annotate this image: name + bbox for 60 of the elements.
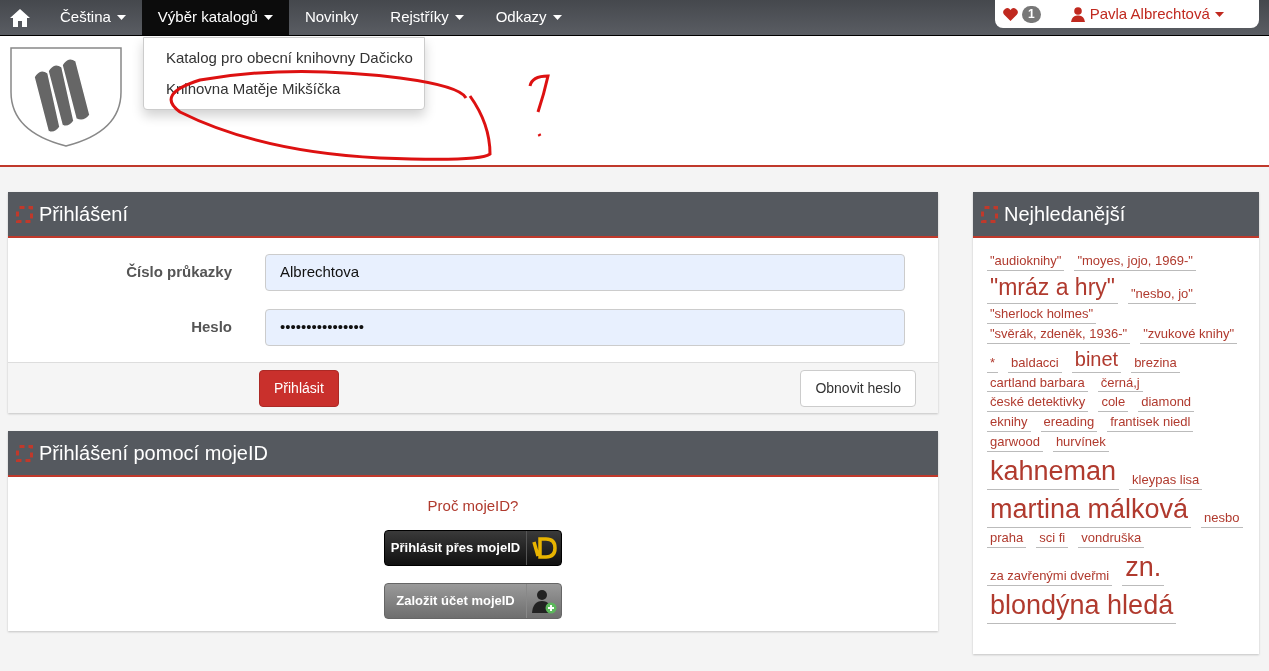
tag-link[interactable]: ereading <box>1040 414 1098 433</box>
tag-link[interactable]: kahneman <box>987 454 1120 491</box>
input-field[interactable]: Albrechtova <box>265 254 905 291</box>
tag-link[interactable]: hurvínek <box>1052 434 1109 453</box>
tag-link[interactable]: martina málková <box>987 492 1192 529</box>
tag-link[interactable]: diamond <box>1138 394 1195 413</box>
panel-title: Přihlášení pomocí mojeID <box>39 441 268 466</box>
heart-icon[interactable] <box>1003 7 1018 21</box>
frame-icon <box>16 444 33 462</box>
tag-link[interactable]: frantisek niedl <box>1107 414 1194 433</box>
nav-item[interactable]: Rejstříky <box>374 0 480 35</box>
tag-link[interactable]: baldacci <box>1008 354 1062 373</box>
field-label: Heslo <box>190 317 232 338</box>
tag-link[interactable]: praha <box>987 530 1027 549</box>
tag-link[interactable]: binet <box>1071 345 1122 373</box>
input-field[interactable]: •••••••••••••••• <box>265 309 905 346</box>
tag-link[interactable]: za zavřenými dveřmi <box>987 568 1113 587</box>
tag-link[interactable]: brezina <box>1131 354 1180 373</box>
nav-item[interactable]: Odkazy <box>479 0 578 35</box>
tag-link[interactable]: garwood <box>987 434 1043 453</box>
nav-item[interactable]: Výběr katalogů <box>141 0 289 35</box>
favorites-count-badge: 1 <box>1022 5 1041 23</box>
add-user-icon <box>531 587 557 614</box>
panel-title: Přihlášení <box>39 202 128 227</box>
tag-link[interactable]: cartland barbara <box>987 374 1088 393</box>
frame-icon <box>16 205 33 223</box>
mojeid-login-button[interactable]: Přihlásit přes mojeID <box>384 529 562 566</box>
user-menu[interactable]: Pavla Albrechtová <box>1070 2 1224 26</box>
field-label: Číslo průkazky <box>125 262 232 283</box>
tag-link[interactable]: "sherlock holmes" <box>987 305 1097 324</box>
tag-link[interactable]: nesbo <box>1201 510 1243 529</box>
reset-password-button[interactable]: Obnovit heslo <box>800 369 916 407</box>
dropdown-menu-item[interactable]: Katalog pro obecní knihovny Dačicko <box>144 43 424 74</box>
tag-link[interactable]: cole <box>1098 394 1129 413</box>
tag-link[interactable]: "audioknihy" <box>987 253 1065 271</box>
tag-link[interactable]: * <box>987 354 999 373</box>
frame-icon <box>981 205 998 223</box>
login-button[interactable]: Přihlásit <box>259 369 339 407</box>
nav-item[interactable]: Novinky <box>288 0 375 35</box>
mojeid-logo-icon <box>531 535 557 560</box>
tag-link[interactable]: české detektivky <box>987 394 1089 413</box>
caret-icon <box>1214 11 1224 17</box>
tag-link[interactable]: kleypas lisa <box>1129 472 1203 491</box>
tag-link[interactable]: zn. <box>1122 550 1165 587</box>
home-icon[interactable] <box>9 7 31 28</box>
tag-link[interactable]: eknihy <box>987 414 1031 433</box>
tag-link[interactable]: sci fi <box>1036 530 1069 549</box>
tag-link[interactable]: "zvukové knihy" <box>1140 325 1238 344</box>
mojeid-register-button[interactable]: Založit účet mojeID <box>384 582 562 619</box>
nav-item[interactable]: Čeština <box>44 0 142 35</box>
tag-link[interactable]: "moyes, jojo, 1969-" <box>1074 253 1196 271</box>
tag-link[interactable]: vondruška <box>1078 530 1145 549</box>
tag-link[interactable]: "nesbo, jo" <box>1127 285 1196 304</box>
why-mojeid-link[interactable]: Proč mojeID? <box>427 495 519 518</box>
tag-link[interactable]: "mráz a hry" <box>987 272 1118 304</box>
user-icon <box>1070 6 1085 22</box>
tag-link[interactable]: "svěrák, zdeněk, 1936-" <box>987 325 1131 344</box>
panel-title: Nejhledanější <box>1004 202 1126 227</box>
tag-link[interactable]: blondýna hledá <box>987 588 1177 625</box>
tag-link[interactable]: černá,j <box>1097 374 1143 393</box>
